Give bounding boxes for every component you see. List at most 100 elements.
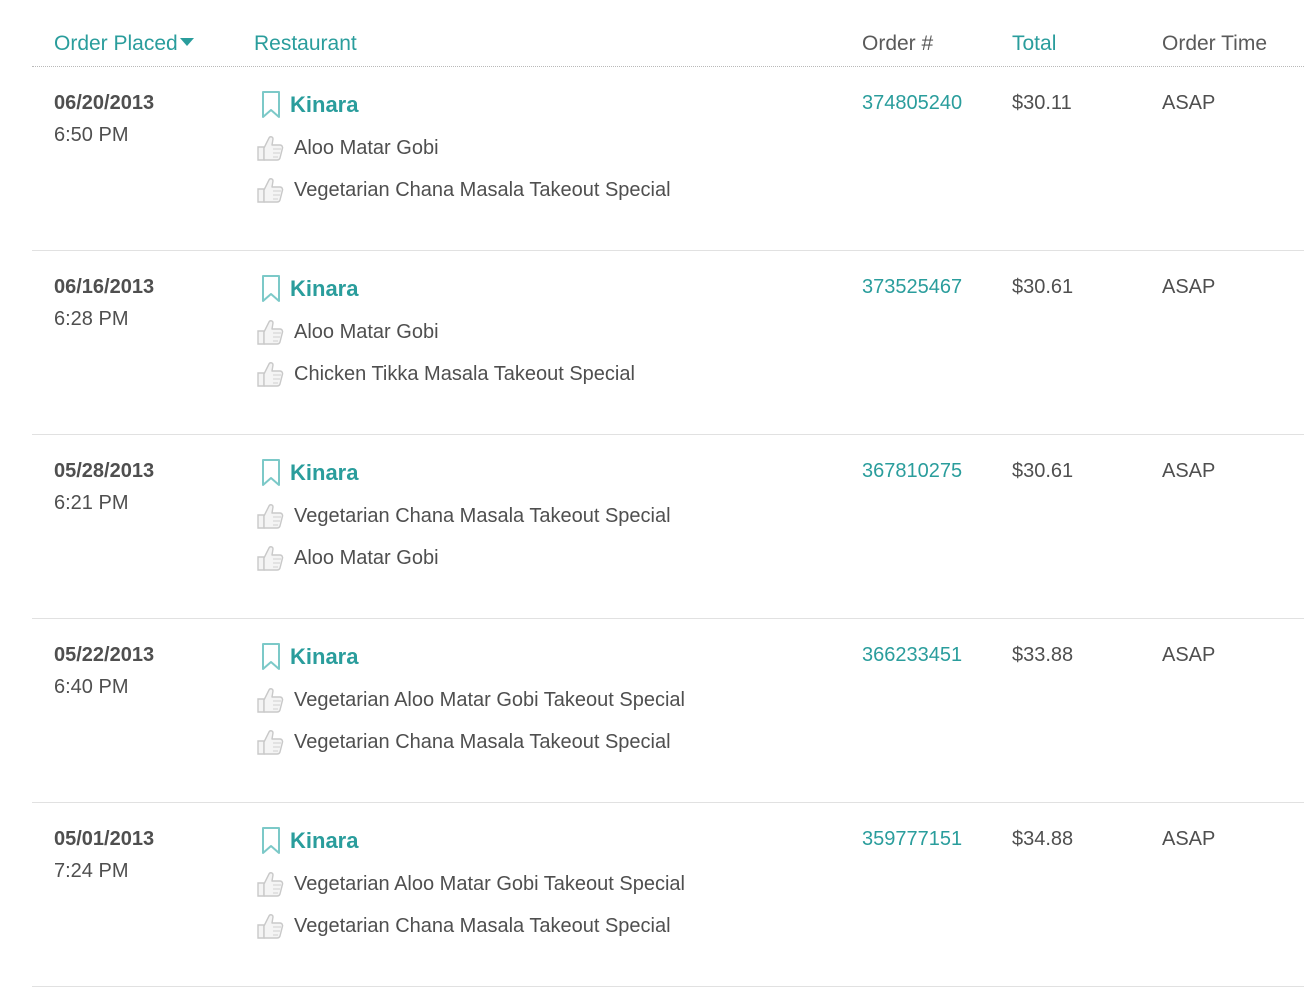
thumbs-up-icon[interactable] (254, 870, 286, 898)
bookmark-icon[interactable] (260, 274, 282, 304)
thumbs-up-icon[interactable] (254, 318, 286, 346)
order-item-name: Vegetarian Chana Masala Takeout Special (294, 179, 671, 201)
order-time: ASAP (1162, 460, 1216, 482)
thumbs-up-icon[interactable] (254, 176, 286, 204)
order-items-list: Aloo Matar Gobi Chicken Tikka Masala Tak… (254, 317, 635, 389)
restaurant-cell: Kinara Vegetarian Aloo Matar Gobi Takeou… (254, 641, 685, 769)
restaurant-cell: Kinara Vegetarian Chana Masala Takeout S… (254, 457, 671, 585)
order-time: ASAP (1162, 644, 1216, 666)
order-placed-cell: 06/20/2013 6:50 PM (54, 89, 154, 149)
order-date: 05/28/2013 (54, 460, 155, 482)
list-item: Vegetarian Chana Masala Takeout Special (254, 727, 685, 757)
order-number-link[interactable]: 373525467 (862, 273, 962, 301)
table-header: Order Placed Restaurant Order # Total Or… (32, 0, 1304, 67)
order-placed-cell: 05/01/2013 7:24 PM (54, 825, 154, 885)
order-date: 06/20/2013 (54, 92, 155, 114)
restaurant-cell: Kinara Vegetarian Aloo Matar Gobi Takeou… (254, 825, 685, 953)
thumbs-up-icon[interactable] (254, 544, 286, 572)
restaurant-name-link[interactable]: Kinara (290, 827, 358, 855)
restaurant-line: Kinara (254, 273, 635, 305)
thumbs-up-icon[interactable] (254, 502, 286, 530)
bookmark-icon[interactable] (260, 642, 282, 672)
order-total: $30.61 (1012, 460, 1074, 482)
order-total: $33.88 (1012, 644, 1074, 666)
order-date: 05/22/2013 (54, 644, 155, 666)
order-number-link[interactable]: 359777151 (862, 825, 962, 853)
column-header-total[interactable]: Total (1012, 30, 1056, 58)
bookmark-icon[interactable] (260, 826, 282, 856)
table-row: 06/16/2013 6:28 PM Kinara Aloo Matar Gob… (32, 251, 1304, 435)
bookmark-icon[interactable] (260, 458, 282, 488)
order-number-link[interactable]: 374805240 (862, 89, 962, 117)
list-item: Vegetarian Chana Masala Takeout Special (254, 911, 685, 941)
order-number-link[interactable]: 367810275 (862, 457, 962, 485)
column-header-order-placed-label: Order Placed (54, 32, 178, 55)
order-item-name: Chicken Tikka Masala Takeout Special (294, 363, 635, 385)
thumbs-up-icon[interactable] (254, 686, 286, 714)
order-item-name: Vegetarian Chana Masala Takeout Special (294, 915, 671, 937)
list-item: Aloo Matar Gobi (254, 317, 635, 347)
column-header-order-placed[interactable]: Order Placed (54, 30, 194, 58)
order-items-list: Vegetarian Aloo Matar Gobi Takeout Speci… (254, 685, 685, 757)
column-header-restaurant[interactable]: Restaurant (254, 30, 357, 58)
restaurant-line: Kinara (254, 457, 671, 489)
table-row: 05/28/2013 6:21 PM Kinara Vegetarian Cha… (32, 435, 1304, 619)
order-time: ASAP (1162, 828, 1216, 850)
order-time: ASAP (1162, 276, 1216, 298)
list-item: Chicken Tikka Masala Takeout Special (254, 359, 635, 389)
order-placed-cell: 06/16/2013 6:28 PM (54, 273, 154, 333)
order-total: $30.61 (1012, 276, 1074, 298)
table-body: 06/20/2013 6:50 PM Kinara Aloo Matar Gob… (32, 67, 1304, 987)
table-row: 05/22/2013 6:40 PM Kinara Vegetarian Alo… (32, 619, 1304, 803)
thumbs-up-icon[interactable] (254, 728, 286, 756)
order-items-list: Vegetarian Chana Masala Takeout Special … (254, 501, 671, 573)
list-item: Vegetarian Chana Masala Takeout Special (254, 175, 671, 205)
order-total: $34.88 (1012, 828, 1074, 850)
table-row: 06/20/2013 6:50 PM Kinara Aloo Matar Gob… (32, 67, 1304, 251)
order-time: ASAP (1162, 92, 1216, 114)
order-placed-time: 6:40 PM (54, 676, 129, 698)
order-item-name: Vegetarian Chana Masala Takeout Special (294, 505, 671, 527)
order-placed-cell: 05/22/2013 6:40 PM (54, 641, 154, 701)
order-item-name: Aloo Matar Gobi (294, 321, 439, 343)
order-items-list: Vegetarian Aloo Matar Gobi Takeout Speci… (254, 869, 685, 941)
order-date: 06/16/2013 (54, 276, 155, 298)
order-placed-cell: 05/28/2013 6:21 PM (54, 457, 154, 517)
list-item: Vegetarian Aloo Matar Gobi Takeout Speci… (254, 685, 685, 715)
thumbs-up-icon[interactable] (254, 360, 286, 388)
order-placed-time: 6:28 PM (54, 308, 129, 330)
order-total: $30.11 (1012, 92, 1072, 114)
order-item-name: Vegetarian Aloo Matar Gobi Takeout Speci… (294, 873, 685, 895)
thumbs-up-icon[interactable] (254, 912, 286, 940)
order-history-table: Order Placed Restaurant Order # Total Or… (32, 0, 1304, 987)
order-item-name: Vegetarian Chana Masala Takeout Special (294, 731, 671, 753)
thumbs-up-icon[interactable] (254, 134, 286, 162)
restaurant-name-link[interactable]: Kinara (290, 91, 358, 119)
order-date: 05/01/2013 (54, 828, 155, 850)
order-placed-time: 6:50 PM (54, 124, 129, 146)
restaurant-name-link[interactable]: Kinara (290, 643, 358, 671)
order-items-list: Aloo Matar Gobi Vegetarian Chana Masala … (254, 133, 671, 205)
bookmark-icon[interactable] (260, 90, 282, 120)
order-placed-time: 6:21 PM (54, 492, 129, 514)
list-item: Vegetarian Chana Masala Takeout Special (254, 501, 671, 531)
table-row: 05/01/2013 7:24 PM Kinara Vegetarian Alo… (32, 803, 1304, 987)
list-item: Vegetarian Aloo Matar Gobi Takeout Speci… (254, 869, 685, 899)
order-placed-time: 7:24 PM (54, 860, 129, 882)
restaurant-line: Kinara (254, 89, 671, 121)
order-item-name: Vegetarian Aloo Matar Gobi Takeout Speci… (294, 689, 685, 711)
order-item-name: Aloo Matar Gobi (294, 547, 439, 569)
restaurant-cell: Kinara Aloo Matar Gobi Chicken Tikka Mas… (254, 273, 635, 401)
list-item: Aloo Matar Gobi (254, 133, 671, 163)
column-header-order-number: Order # (862, 32, 934, 55)
restaurant-line: Kinara (254, 825, 685, 857)
restaurant-name-link[interactable]: Kinara (290, 459, 358, 487)
restaurant-name-link[interactable]: Kinara (290, 275, 358, 303)
list-item: Aloo Matar Gobi (254, 543, 671, 573)
order-item-name: Aloo Matar Gobi (294, 137, 439, 159)
sort-descending-icon[interactable] (179, 38, 194, 47)
restaurant-line: Kinara (254, 641, 685, 673)
column-header-order-time: Order Time (1162, 32, 1268, 55)
order-number-link[interactable]: 366233451 (862, 641, 962, 669)
restaurant-cell: Kinara Aloo Matar Gobi Vegetarian Chana … (254, 89, 671, 217)
